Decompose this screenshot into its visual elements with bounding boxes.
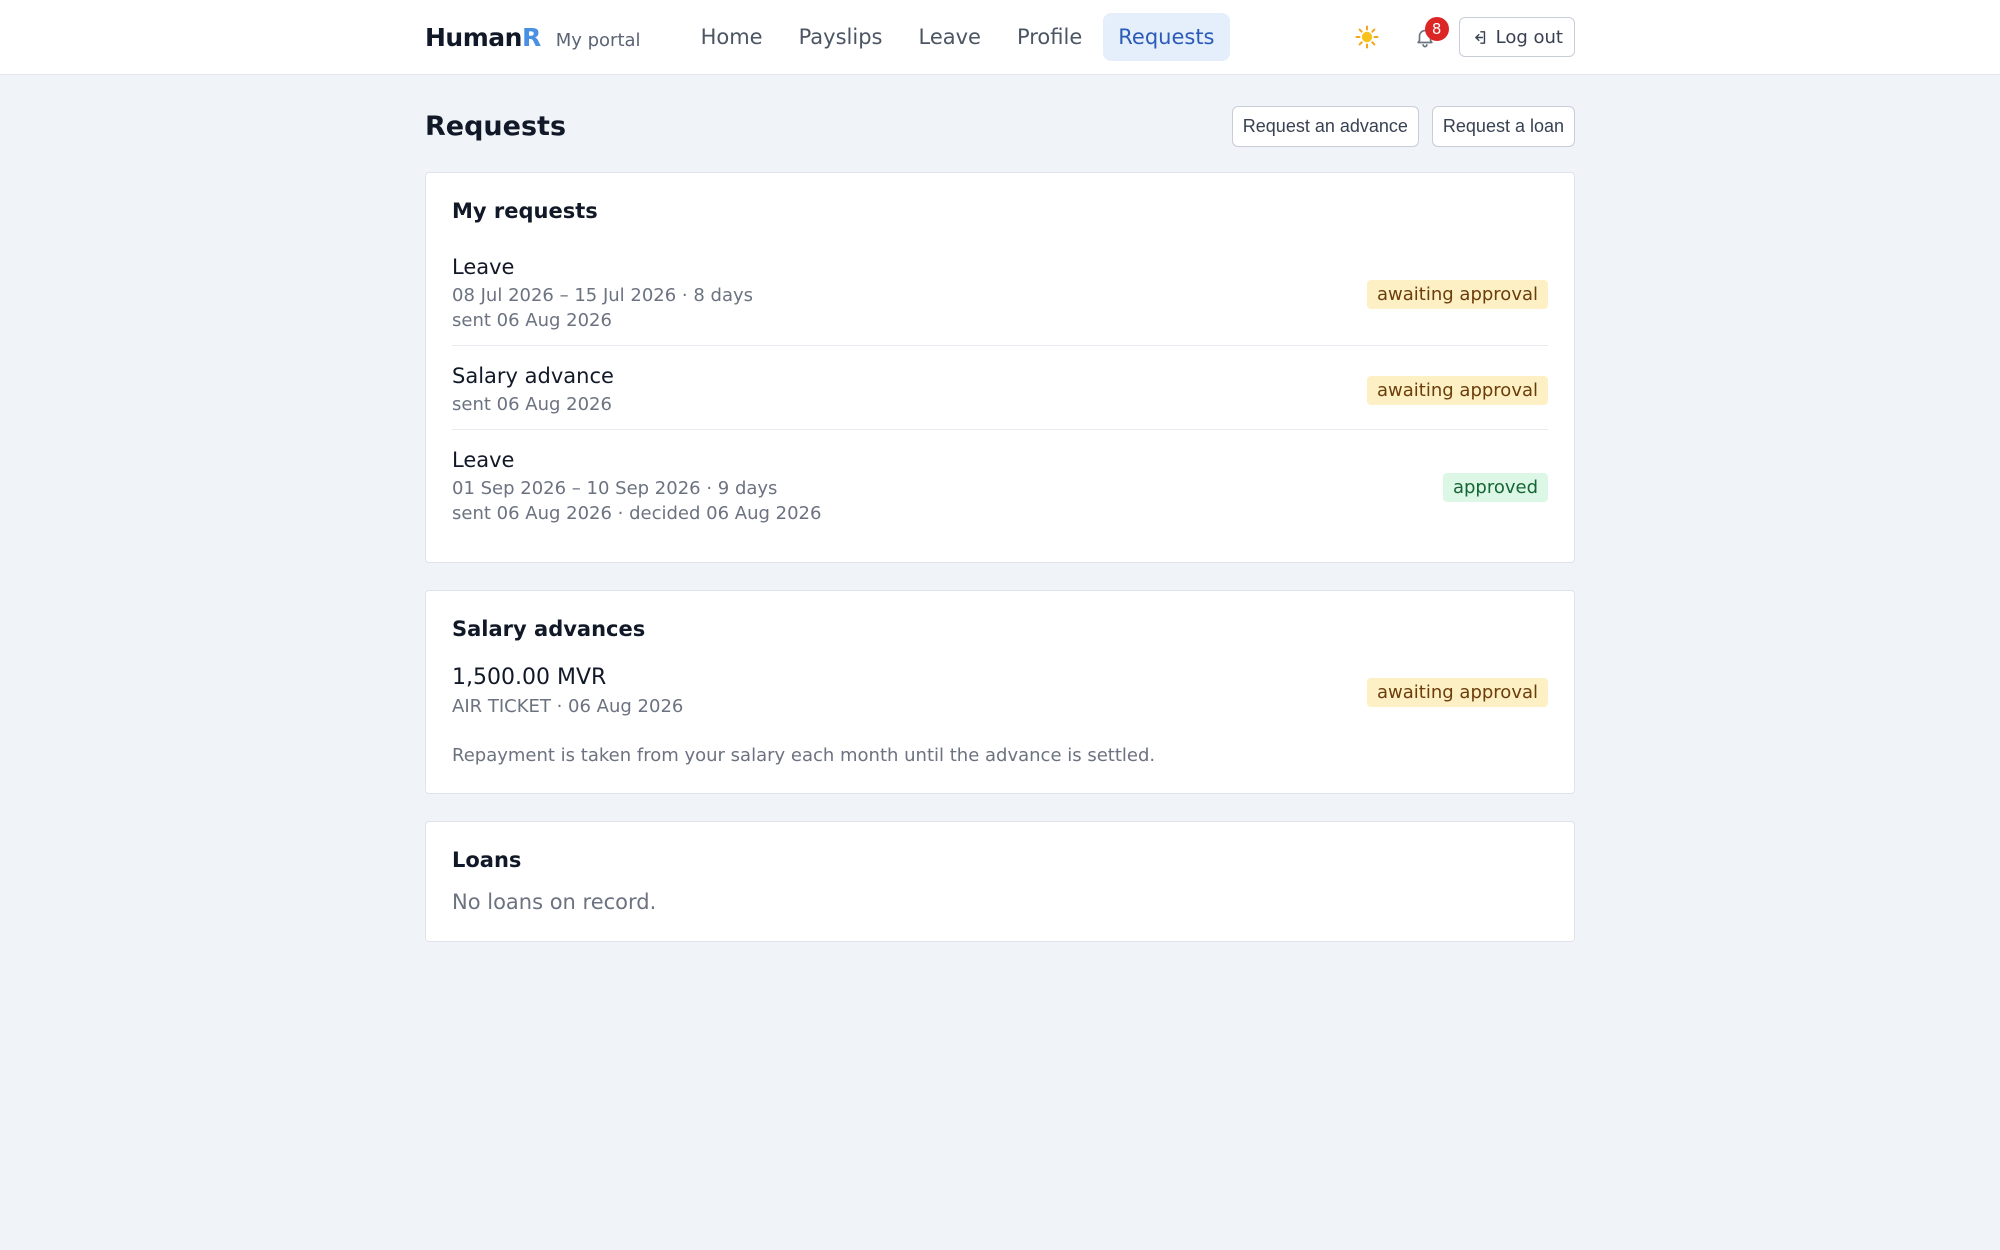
card-title: My requests: [452, 199, 598, 223]
request-type: Leave: [452, 255, 515, 279]
request-dates: 08 Jul 2026 – 15 Jul 2026 · 8 days: [452, 285, 754, 306]
top-bar: HumanR My portal Home Payslips Leave Pro…: [0, 0, 2000, 75]
request-meta: sent 06 Aug 2026: [452, 310, 612, 331]
logout-icon: [1474, 30, 1485, 44]
salary-advances-card: Salary advances 1,500.00 MVR AIR TICKET …: [425, 590, 1575, 794]
notifications-button[interactable]: 8: [1405, 17, 1449, 57]
brand-logo: HumanR: [425, 22, 541, 52]
my-requests-card: My requests Leave 08 Jul 2026 – 15 Jul 2…: [425, 172, 1575, 563]
request-advance-button[interactable]: Request an advance: [1231, 105, 1419, 147]
brand[interactable]: HumanR My portal: [425, 23, 641, 52]
status-badge: approved: [1442, 472, 1548, 502]
theme-toggle-button[interactable]: [1347, 17, 1387, 57]
logout-button[interactable]: Log out: [1458, 17, 1575, 57]
empty-state: No loans on record.: [452, 890, 657, 914]
request-type: Salary advance: [452, 364, 614, 388]
main-nav: Home Payslips Leave Profile Requests: [686, 13, 1236, 61]
nav-item-payslips[interactable]: Payslips: [784, 13, 898, 61]
request-type: Leave: [452, 448, 515, 472]
status-badge: awaiting approval: [1367, 677, 1548, 707]
advance-amount: 1,500.00 MVR: [452, 665, 607, 690]
request-dates: 01 Sep 2026 – 10 Sep 2026 · 9 days: [452, 478, 778, 499]
repayment-note: Repayment is taken from your salary each…: [452, 745, 1156, 766]
nav-item-home[interactable]: Home: [686, 13, 778, 61]
loans-card: Loans No loans on record.: [425, 821, 1575, 942]
logout-label: Log out: [1495, 26, 1563, 48]
card-title: Loans: [452, 848, 522, 872]
sun-icon: [1355, 25, 1379, 49]
advance-meta: AIR TICKET · 06 Aug 2026: [452, 696, 684, 717]
nav-item-requests[interactable]: Requests: [1103, 13, 1230, 61]
main-content: Requests Request an advance Request a lo…: [425, 75, 1575, 942]
notification-count-badge: 8: [1424, 17, 1449, 41]
status-badge: awaiting approval: [1367, 376, 1548, 405]
advance-row: 1,500.00 MVR AIR TICKET · 06 Aug 2026 aw…: [452, 655, 1548, 737]
request-row: Leave 08 Jul 2026 – 15 Jul 2026 · 8 days…: [452, 237, 1548, 346]
card-title: Salary advances: [452, 617, 646, 641]
status-badge: awaiting approval: [1367, 279, 1548, 309]
nav-item-leave[interactable]: Leave: [903, 13, 995, 61]
request-row: Salary advance sent 06 Aug 2026 awaiting…: [452, 346, 1548, 430]
page-title: Requests: [425, 110, 567, 142]
nav-item-profile[interactable]: Profile: [1002, 13, 1097, 61]
request-row: Leave 01 Sep 2026 – 10 Sep 2026 · 9 days…: [452, 430, 1548, 562]
brand-subtitle: My portal: [555, 29, 641, 51]
request-meta: sent 06 Aug 2026 · decided 06 Aug 2026: [452, 503, 822, 524]
request-loan-button[interactable]: Request a loan: [1431, 105, 1575, 147]
request-meta: sent 06 Aug 2026: [452, 394, 612, 415]
